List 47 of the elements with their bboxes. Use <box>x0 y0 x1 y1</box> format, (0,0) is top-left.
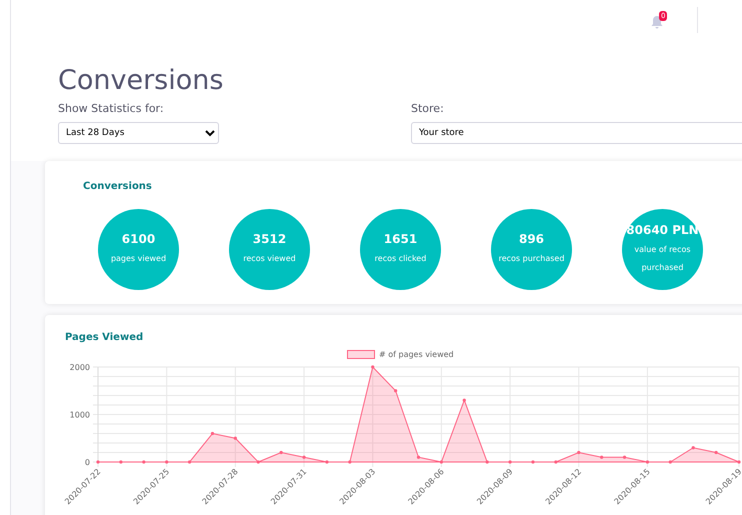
stat-circle: 3512 recos viewed <box>229 209 310 290</box>
legend-swatch-icon <box>347 350 375 359</box>
data-point <box>668 460 672 464</box>
data-point <box>440 460 443 464</box>
data-point <box>96 460 100 464</box>
stat-circle: 6100 pages viewed <box>98 209 179 290</box>
data-point <box>486 460 489 464</box>
stat-circle: 896 recos purchased <box>491 209 572 290</box>
data-point <box>622 456 626 459</box>
stat-circle: 1651 recos clicked <box>360 209 441 290</box>
data-point <box>256 460 260 464</box>
data-point <box>531 460 535 464</box>
data-point <box>394 389 398 392</box>
y-axis-label: 1000 <box>70 410 90 420</box>
data-point <box>280 450 283 454</box>
legend-label: # of pages viewed <box>379 350 454 359</box>
filter-label: Show Statistics for: <box>58 102 165 115</box>
data-point <box>600 456 604 459</box>
y-axis-label: 2000 <box>70 363 90 372</box>
stat-circle: 80640 PLN value of recos purchased <box>622 209 703 290</box>
data-point <box>325 460 329 464</box>
data-point <box>348 460 352 464</box>
data-point <box>142 460 146 464</box>
data-point <box>462 398 466 402</box>
data-point <box>737 460 741 464</box>
y-axis-label: 0 <box>84 458 90 467</box>
data-point <box>119 460 122 464</box>
data-point <box>165 460 168 464</box>
data-point <box>210 432 214 436</box>
filter-select[interactable]: Your store <box>411 122 742 144</box>
data-point <box>714 450 718 454</box>
data-point <box>692 446 695 450</box>
data-point <box>646 460 650 464</box>
data-point <box>188 460 192 464</box>
filter-select[interactable]: Last 28 Days <box>58 122 219 144</box>
card-title: Pages Viewed <box>65 332 144 343</box>
page-title: Conversions <box>58 64 224 98</box>
data-point <box>508 460 512 464</box>
notification-bell-icon[interactable] <box>651 15 663 29</box>
data-point <box>234 436 237 440</box>
filter-label: Store: <box>411 102 445 115</box>
card-title: Conversions <box>83 181 152 192</box>
data-point <box>371 365 374 369</box>
data-point <box>416 456 420 459</box>
data-point <box>554 460 558 464</box>
data-point <box>577 450 580 454</box>
data-point <box>302 456 306 459</box>
